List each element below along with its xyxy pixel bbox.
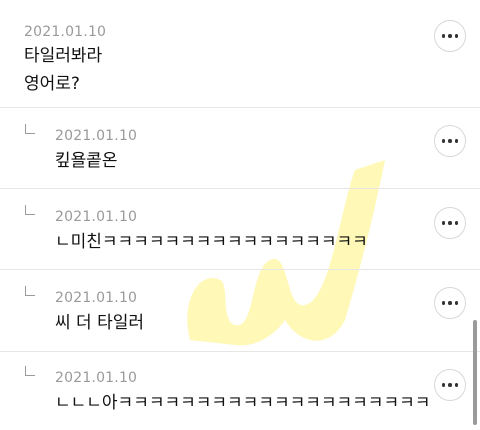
more-horizontal-icon: [441, 383, 459, 387]
more-horizontal-icon: [441, 301, 459, 305]
comment-text: 타일러봐라 영어로?: [24, 46, 103, 94]
more-options-button[interactable]: [434, 20, 466, 52]
reply-item: 2021.01.10 ㄴㄴㄴ아ㅋㅋㅋㅋㅋㅋㅋㅋㅋㅋㅋㅋㅋㅋㅋㅋㅋㅋㅋㅋ: [0, 352, 480, 430]
comment-date: 2021.01.10: [24, 24, 107, 40]
more-options-button[interactable]: [434, 369, 466, 401]
reply-arrow-icon: [25, 366, 35, 376]
reply-arrow-icon: [25, 205, 35, 215]
more-horizontal-icon: [441, 139, 459, 143]
comment-date: 2021.01.10: [55, 128, 138, 144]
comment-text: ㄴ미친ㅋㅋㅋㅋㅋㅋㅋㅋㅋㅋㅋㅋㅋㅋㅋㅋㅋ: [55, 232, 368, 252]
more-options-button[interactable]: [434, 125, 466, 157]
reply-item: 2021.01.10 씨 더 타일러: [0, 270, 480, 352]
more-horizontal-icon: [441, 221, 459, 225]
reply-arrow-icon: [25, 286, 35, 296]
comment-item: 2021.01.10 타일러봐라 영어로?: [0, 0, 480, 108]
comment-text: ㄴㄴㄴ아ㅋㅋㅋㅋㅋㅋㅋㅋㅋㅋㅋㅋㅋㅋㅋㅋㅋㅋㅋㅋ: [55, 393, 431, 413]
scrollbar[interactable]: [473, 320, 477, 425]
comment-date: 2021.01.10: [55, 209, 138, 225]
reply-item: 2021.01.10 ㄴ미친ㅋㅋㅋㅋㅋㅋㅋㅋㅋㅋㅋㅋㅋㅋㅋㅋㅋ: [0, 189, 480, 270]
more-options-button[interactable]: [434, 207, 466, 239]
more-horizontal-icon: [441, 34, 459, 38]
comment-text: 킾욜콭온: [55, 151, 118, 171]
comment-date: 2021.01.10: [55, 370, 138, 386]
comment-text: 씨 더 타일러: [55, 313, 145, 333]
reply-arrow-icon: [25, 124, 35, 134]
more-options-button[interactable]: [434, 287, 466, 319]
comment-date: 2021.01.10: [55, 290, 138, 306]
reply-item: 2021.01.10 킾욜콭온: [0, 108, 480, 189]
